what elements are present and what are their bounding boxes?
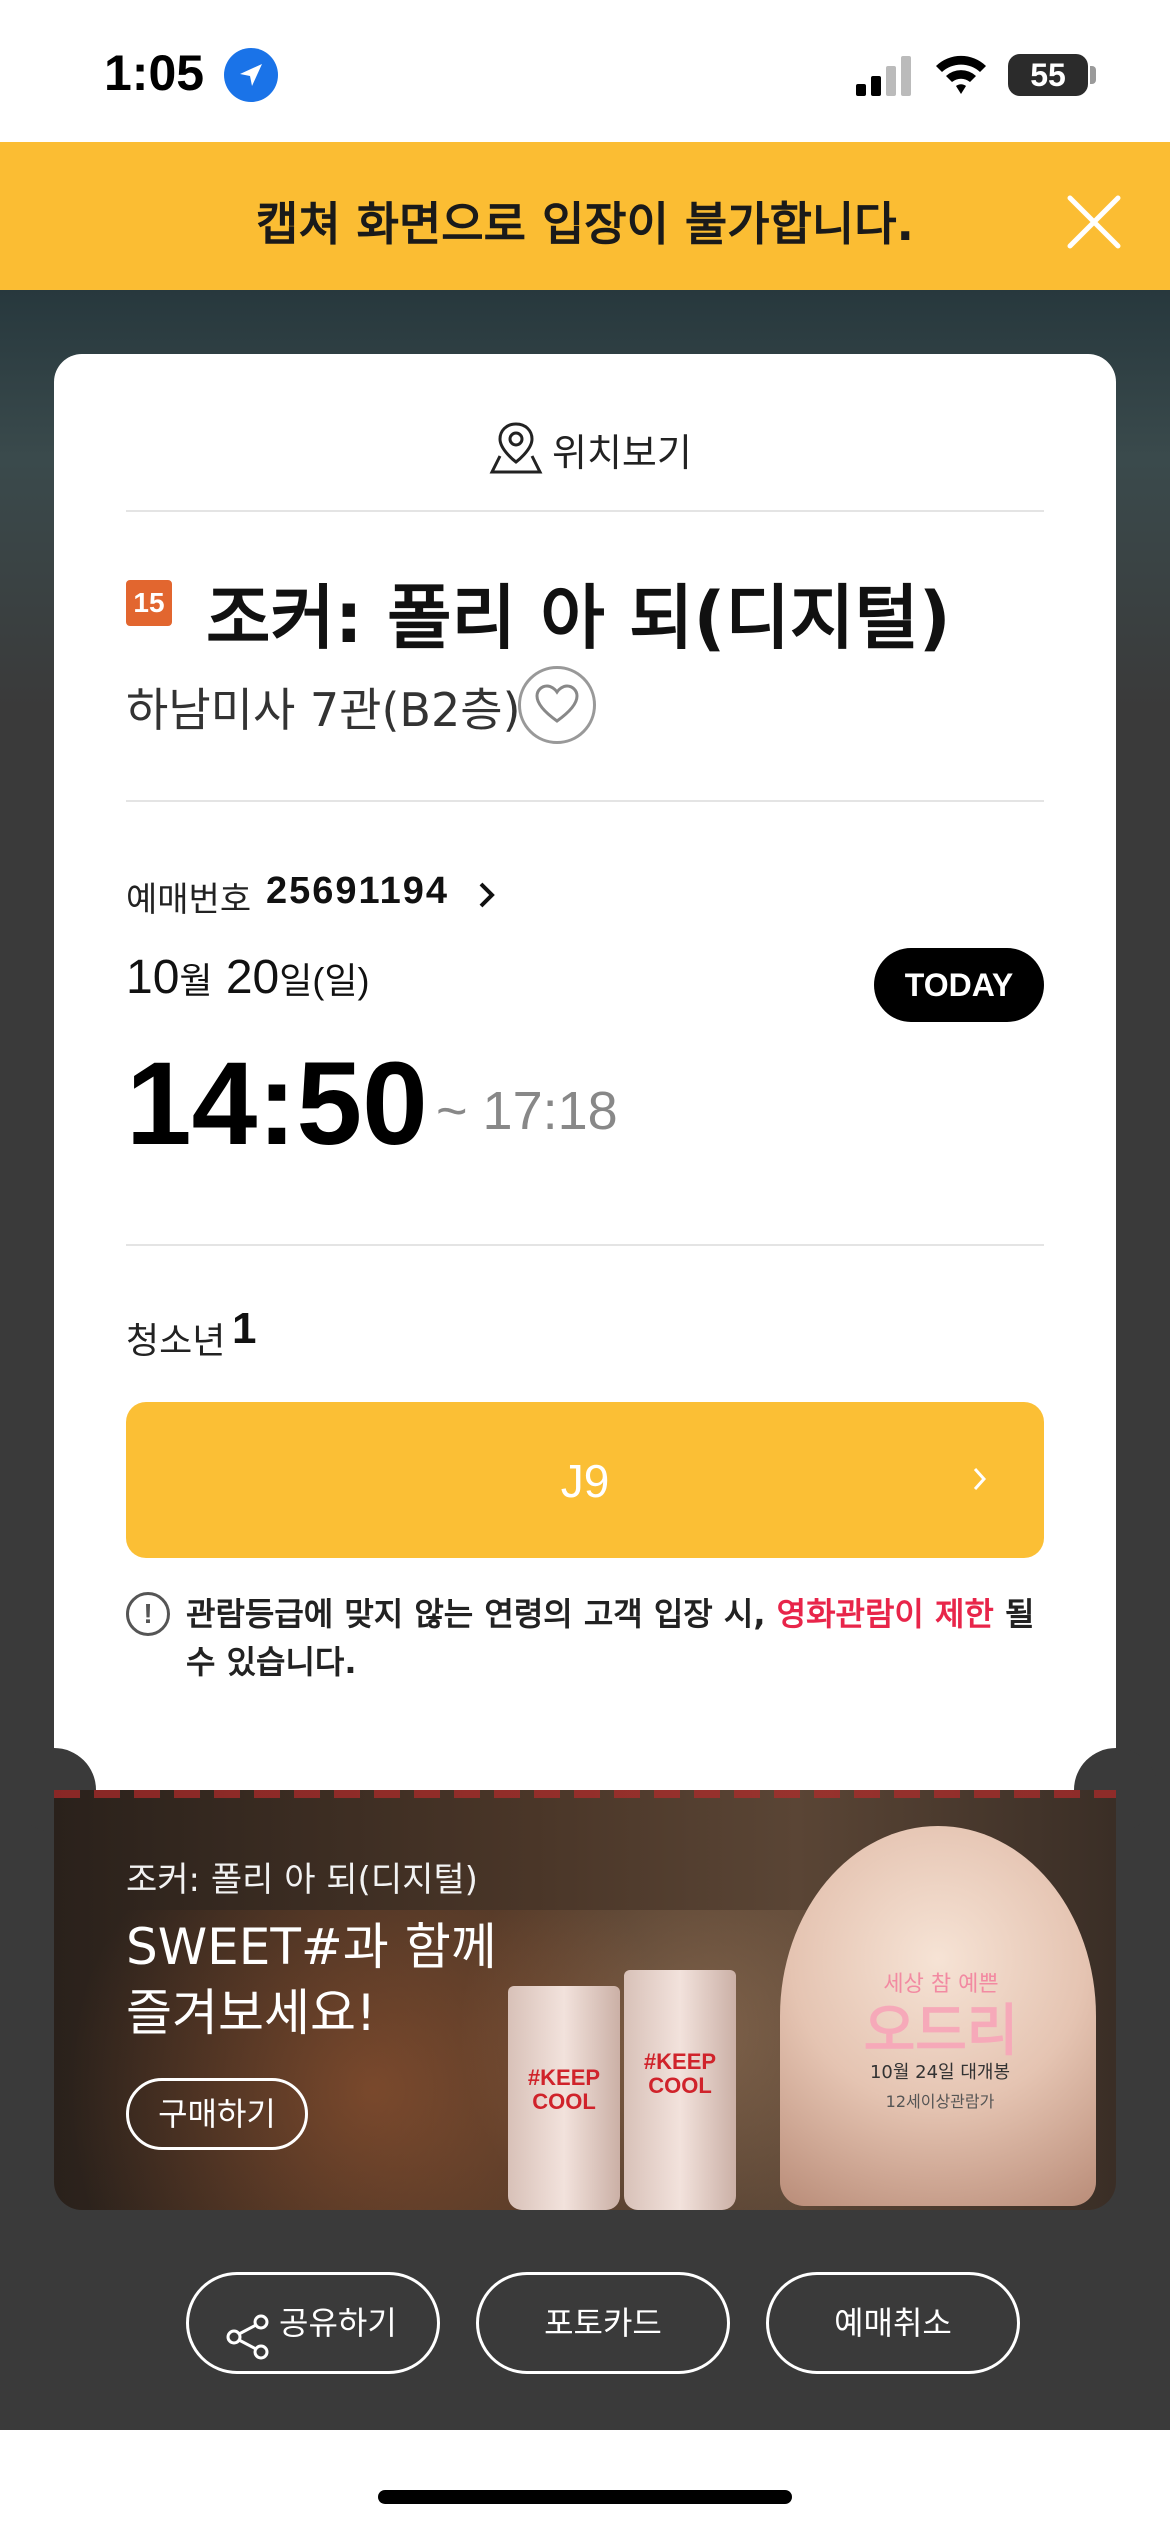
ticket-perforation xyxy=(54,1790,1116,1798)
favorite-theater-button[interactable] xyxy=(518,666,596,744)
show-date: 10월 20일(일) xyxy=(126,950,369,1005)
cup-label: #KEEP COOL xyxy=(643,2049,717,2098)
poster-title: 오드리 xyxy=(863,1999,1019,2064)
chevron-right-icon[interactable] xyxy=(476,880,498,910)
close-icon[interactable] xyxy=(1060,188,1128,256)
photo-card-button[interactable]: 포토카드 xyxy=(476,2272,730,2374)
divider xyxy=(126,800,1044,802)
map-pin-icon xyxy=(488,418,544,476)
date-day: 20 xyxy=(225,951,280,1004)
location-label: 위치보기 xyxy=(552,431,692,475)
seat-label: J9 xyxy=(560,1455,610,1507)
divider xyxy=(126,510,1044,512)
location-button[interactable]: 위치보기 xyxy=(54,410,1116,480)
movie-title: 조커: 폴리 아 되(디지털) xyxy=(206,577,951,659)
cellular-signal-icon xyxy=(856,56,914,96)
date-month: 10 xyxy=(126,951,180,1004)
audience-label: 청소년 xyxy=(126,1321,226,1362)
wifi-icon xyxy=(934,52,988,96)
age-rating-badge: 15 xyxy=(126,580,172,626)
today-badge: TODAY xyxy=(874,948,1044,1022)
notice-warning: 영화관람이 제한 xyxy=(776,1595,994,1633)
poster-release-date: 10월 24일 대개봉 xyxy=(869,2062,1011,2083)
drink-cup-image: #KEEP COOL xyxy=(624,1970,736,2210)
reservation-number[interactable]: 25691194 xyxy=(266,870,449,913)
battery-tip xyxy=(1090,66,1096,84)
status-bar: 1:05 55 xyxy=(0,0,1170,142)
banner-text: 캡쳐 화면으로 입장이 불가합니다. xyxy=(256,197,914,251)
chevron-right-icon xyxy=(972,1466,988,1492)
notice-text: 관람등급에 맞지 않는 연령의 고객 입장 시, xyxy=(186,1595,777,1633)
date-day-unit: 일(일) xyxy=(279,960,370,1001)
share-label: 공유하기 xyxy=(279,2304,397,2342)
heart-icon xyxy=(535,684,579,723)
age-restriction-notice: 관람등급에 맞지 않는 연령의 고객 입장 시, 영화관람이 제한 될 수 있습… xyxy=(186,1590,1046,1686)
status-time: 1:05 xyxy=(104,45,205,101)
home-indicator[interactable] xyxy=(378,2490,792,2504)
battery-indicator: 55 xyxy=(1008,54,1088,96)
seat-button[interactable]: J9 xyxy=(126,1402,1044,1558)
ad-headline: SWEET#과 함께 즐겨보세요! xyxy=(126,1918,497,2042)
ad-movie-title: 조커: 폴리 아 되(디지털) xyxy=(126,1860,478,1900)
theater-name: 하남미사 7관(B2층) xyxy=(126,683,521,737)
alert-icon: ! xyxy=(126,1592,170,1636)
movie-poster-image: 세상 참 예쁜 오드리 10월 24일 대개봉 12세이상관람가 xyxy=(780,1826,1096,2206)
divider xyxy=(126,1244,1044,1246)
end-time: ~ 17:18 xyxy=(436,1081,618,1141)
capture-warning-banner: 캡쳐 화면으로 입장이 불가합니다. xyxy=(0,142,1170,290)
location-arrow-icon xyxy=(224,48,278,102)
cancel-reservation-button[interactable]: 예매취소 xyxy=(766,2272,1020,2374)
start-time: 14:50 xyxy=(126,1038,428,1170)
share-button[interactable]: 공유하기 xyxy=(186,2272,440,2374)
home-area xyxy=(0,2430,1170,2532)
date-month-unit: 월 xyxy=(179,960,213,1001)
share-icon xyxy=(225,2301,271,2360)
ad-banner[interactable]: 조커: 폴리 아 되(디지털) SWEET#과 함께 즐겨보세요! 구매하기 #… xyxy=(54,1790,1116,2210)
drink-cup-image: #KEEP COOL xyxy=(508,1986,620,2210)
reservation-label: 예매번호 xyxy=(126,880,252,920)
buy-button[interactable]: 구매하기 xyxy=(126,2078,308,2150)
poster-age-rating: 12세이상관람가 xyxy=(885,2092,995,2111)
audience-count: 1 xyxy=(232,1304,257,1353)
cup-label: #KEEP COOL xyxy=(527,2065,601,2114)
